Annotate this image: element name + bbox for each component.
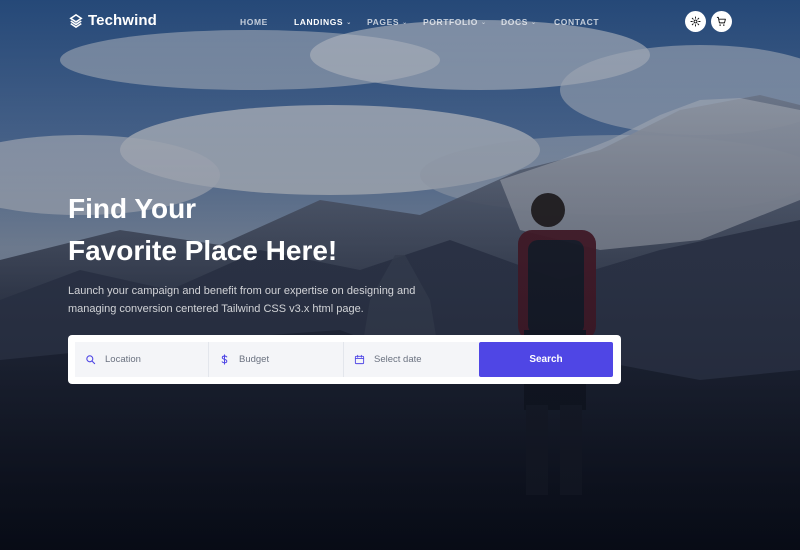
- budget-field[interactable]: Budget: [209, 342, 344, 377]
- brand-logo[interactable]: Techwind: [69, 12, 157, 29]
- chevron-down-icon: ⌄: [402, 19, 408, 26]
- hero-title-line-2: Favorite Place Here!: [68, 235, 338, 266]
- location-placeholder: Location: [105, 354, 141, 365]
- search-icon: [86, 355, 96, 365]
- search-button[interactable]: Search: [479, 342, 613, 377]
- nav-item-pages[interactable]: PAGES ⌄: [367, 17, 408, 27]
- brand-name: Techwind: [88, 12, 157, 29]
- chevron-down-icon: ⌄: [530, 19, 537, 26]
- cart-button[interactable]: [711, 11, 732, 32]
- nav-label: PORTFOLIO: [423, 17, 478, 27]
- dark-overlay: [0, 0, 800, 550]
- nav-item-portfolio[interactable]: PORTFOLIO ⌄: [423, 17, 487, 27]
- nav-item-home[interactable]: HOME: [240, 17, 268, 27]
- nav-label: HOME: [240, 17, 268, 27]
- nav-label: DOCS: [501, 17, 528, 27]
- budget-placeholder: Budget: [239, 354, 270, 365]
- nav-label: LANDINGS: [294, 17, 344, 27]
- settings-button[interactable]: [685, 11, 706, 32]
- nav-item-landings[interactable]: LANDINGS ⌄: [294, 17, 352, 27]
- cart-icon: [716, 16, 726, 26]
- hero-title: Find Your Favorite Place Here!: [68, 188, 337, 272]
- hero-background: [0, 0, 800, 550]
- location-field[interactable]: Location: [75, 342, 209, 377]
- navbar: Techwind HOME LANDINGS ⌄ PAGES ⌄ PORTFOL…: [0, 0, 800, 44]
- nav-label: CONTACT: [554, 17, 600, 27]
- logo-mark-icon: [69, 13, 83, 28]
- nav-label: PAGES: [367, 17, 400, 27]
- nav-item-docs[interactable]: DOCS ⌄: [501, 17, 537, 27]
- search-form: Location Budget Select date Search: [68, 335, 621, 384]
- calendar-icon: [354, 354, 365, 365]
- chevron-down-icon: ⌄: [346, 19, 352, 26]
- date-field[interactable]: Select date: [344, 342, 479, 377]
- nav-item-contact[interactable]: CONTACT: [554, 17, 599, 27]
- chevron-down-icon: ⌄: [480, 19, 487, 26]
- hero-title-line-1: Find Your: [68, 193, 197, 224]
- dollar-icon: [221, 354, 228, 365]
- gear-icon: [690, 16, 701, 27]
- date-placeholder: Select date: [374, 354, 422, 365]
- hero-description: Launch your campaign and benefit from ou…: [68, 285, 416, 315]
